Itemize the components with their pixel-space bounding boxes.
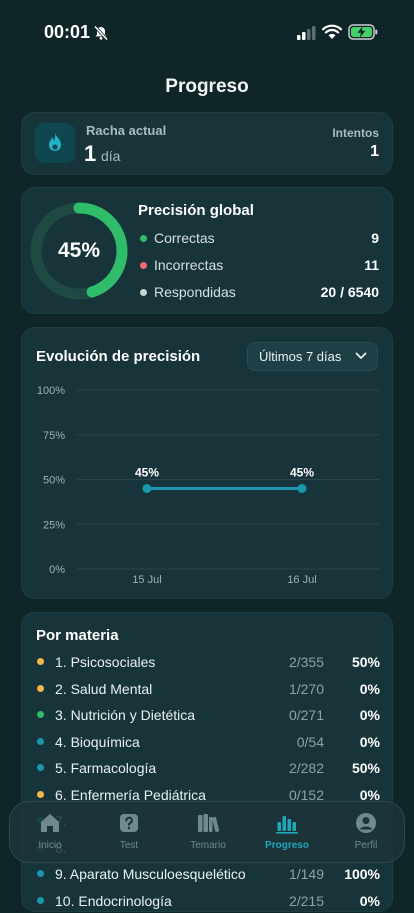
correct-dot-icon <box>140 235 147 242</box>
subject-percent: 100% <box>344 866 380 882</box>
precision-percent: 45% <box>57 239 101 262</box>
attempts-label: Intentos <box>332 126 379 140</box>
subject-ratio: 1/270 <box>288 680 324 697</box>
precision-line-chart: 100% 75% 50% 25% 0% 45% 45% 15 Jul 16 Jul <box>37 385 380 586</box>
y-tick-label: 0% <box>49 564 65 576</box>
x-tick-label: 15 Jul <box>132 574 161 586</box>
data-label: 45% <box>135 465 159 479</box>
subject-name: 5. Farmacología <box>55 760 157 776</box>
subject-ratio: 2/282 <box>288 760 324 776</box>
evolution-card: Evolución de precisión Últimos 7 días 10… <box>21 327 393 599</box>
subject-name: 1. Psicosociales <box>55 654 156 670</box>
precision-row-label: Respondidas <box>154 284 236 300</box>
subject-dot-icon <box>37 764 44 771</box>
precision-row-label: Correctas <box>154 230 215 246</box>
subjects-title: Por materia <box>36 627 119 644</box>
precision-title: Precisión global <box>138 202 254 219</box>
y-tick-label: 75% <box>43 430 65 442</box>
page-title: Progreso <box>165 76 249 97</box>
subject-dot-icon <box>37 790 44 798</box>
subject-name: 10. Endocrinología <box>55 892 172 909</box>
profile-icon <box>356 813 376 833</box>
status-time: 00:01 <box>44 22 91 42</box>
streak-unit: día <box>101 148 121 164</box>
tab-label: Perfil <box>354 840 378 851</box>
list-item[interactable]: 2. Salud Mental 1/270 0% <box>22 679 394 701</box>
flame-badge <box>35 123 75 163</box>
subject-percent: 0% <box>359 892 380 909</box>
subject-name: 3. Nutrición y Dietética <box>55 707 196 723</box>
data-point <box>297 483 307 493</box>
precision-row-value: 11 <box>364 257 379 273</box>
list-item[interactable]: 5. Farmacología 2/282 50% <box>22 758 394 780</box>
subject-dot-icon <box>37 896 44 904</box>
subject-percent: 50% <box>351 760 380 776</box>
subject-dot-icon <box>37 870 44 877</box>
y-tick-label: 100% <box>37 385 65 397</box>
x-tick-label: 16 Jul <box>287 574 316 586</box>
signal-icon <box>297 26 316 40</box>
streak-label: Racha actual <box>86 123 167 138</box>
tab-label: Test <box>119 840 139 851</box>
status-bar: 00:01 <box>0 0 414 66</box>
precision-row-value: 9 <box>371 230 379 246</box>
tab-test[interactable]: Test <box>93 802 165 862</box>
streak-card: Racha actual 1 día Intentos 1 <box>21 112 393 175</box>
subject-dot-icon <box>37 658 44 665</box>
subject-dot-icon <box>37 711 44 718</box>
subject-name: 9. Aparato Musculoesquelético <box>55 866 246 882</box>
precision-row-correct: Correctas 9 <box>138 229 379 249</box>
streak-value: 1 <box>84 141 97 166</box>
y-tick-label: 25% <box>43 519 65 531</box>
subject-percent: 0% <box>359 733 380 750</box>
chart-icon <box>276 816 298 834</box>
precision-row-label: Incorrectas <box>154 257 224 273</box>
precision-row-answered: Respondidas 20 / 6540 <box>138 283 379 303</box>
list-item[interactable]: 10. Endocrinología 2/215 0% <box>22 891 394 913</box>
tab-label: Progreso <box>265 840 309 851</box>
bell-muted-icon <box>93 25 109 41</box>
y-tick-label: 50% <box>43 475 65 487</box>
subject-ratio: 2/215 <box>288 892 324 909</box>
precision-row-incorrect: Incorrectas 11 <box>138 256 379 276</box>
flame-icon <box>49 133 61 151</box>
tab-label: Temario <box>190 840 226 851</box>
list-item[interactable]: 4. Bioquímica 0/54 0% <box>22 732 394 754</box>
books-icon <box>198 814 220 833</box>
battery-charging-icon <box>348 24 378 40</box>
tab-progreso[interactable]: Progreso <box>251 802 323 862</box>
data-label: 45% <box>290 465 314 479</box>
answered-dot-icon <box>140 289 147 296</box>
subject-ratio: 0/54 <box>296 733 324 750</box>
data-point <box>142 483 152 493</box>
subject-dot-icon <box>37 684 44 692</box>
attempts-value: 1 <box>370 143 379 160</box>
tab-inicio[interactable]: Inicio <box>14 802 86 862</box>
list-item[interactable]: 9. Aparato Musculoesquelético 1/149 100% <box>22 864 394 886</box>
subject-percent: 50% <box>351 654 380 670</box>
wifi-icon <box>322 24 342 39</box>
precision-row-value: 20 / 6540 <box>320 284 379 300</box>
subject-percent: 0% <box>359 680 380 697</box>
tab-label: Inicio <box>38 840 62 851</box>
subject-dot-icon <box>37 737 44 745</box>
subject-ratio: 2/355 <box>288 654 324 670</box>
list-item[interactable]: 1. Psicosociales 2/355 50% <box>22 652 394 674</box>
list-item[interactable]: 3. Nutrición y Dietética 0/271 0% <box>22 705 394 727</box>
subject-ratio: 0/271 <box>288 707 324 723</box>
precision-card: 45% Precisión global Correctas 9 Incorre… <box>21 187 393 314</box>
subject-name: 2. Salud Mental <box>55 680 153 697</box>
home-icon <box>41 814 59 832</box>
subjects-card: Por materia 1. Psicosociales 2/355 50% 2. S… <box>21 612 393 912</box>
tab-temario[interactable]: Temario <box>172 802 244 862</box>
subject-ratio: 1/149 <box>288 866 324 882</box>
question-icon <box>120 814 138 832</box>
tab-bar: Inicio Test Temario Progreso Perfil <box>9 801 405 863</box>
subject-percent: 0% <box>359 707 380 723</box>
subject-name: 4. Bioquímica <box>55 733 140 750</box>
tab-perfil[interactable]: Perfil <box>330 802 402 862</box>
incorrect-dot-icon <box>140 262 147 269</box>
